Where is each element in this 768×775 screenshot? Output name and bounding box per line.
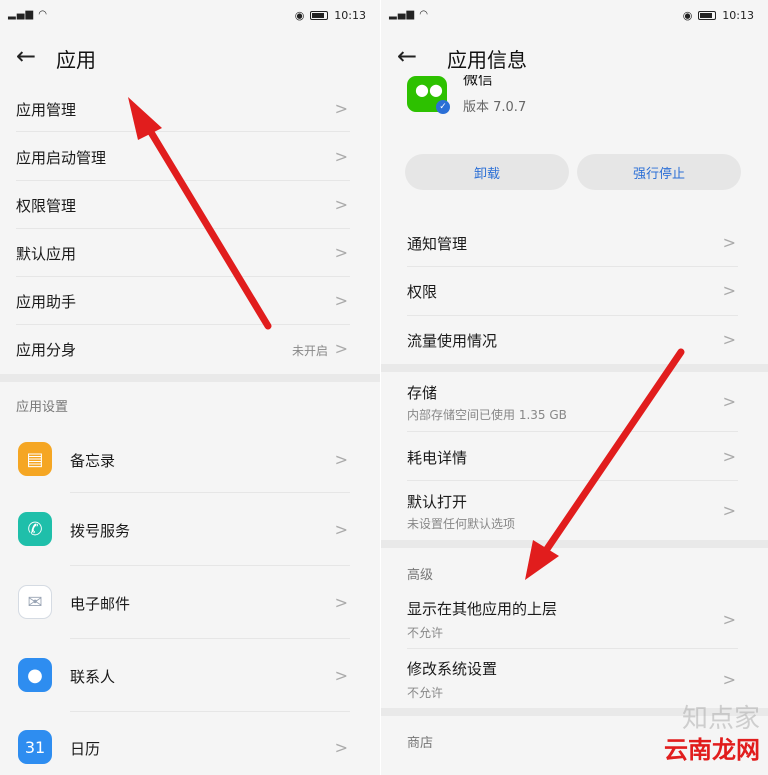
annotation-arrow-up [128, 97, 272, 330]
annotation-arrow-down [525, 348, 685, 580]
right-screen: ▂▄▆ ◠ ◉ 10:13 ← 应用信息 ●● ✓ 微信 版本 7.0.7 卸载… [381, 0, 768, 775]
watermark-bottom: 云南龙网 [664, 736, 760, 764]
left-screen: ▂▄▆ ◠ ◉ 10:13 ← 应用 应用管理 > 应用启动管理 > 权限管理 … [0, 0, 380, 775]
